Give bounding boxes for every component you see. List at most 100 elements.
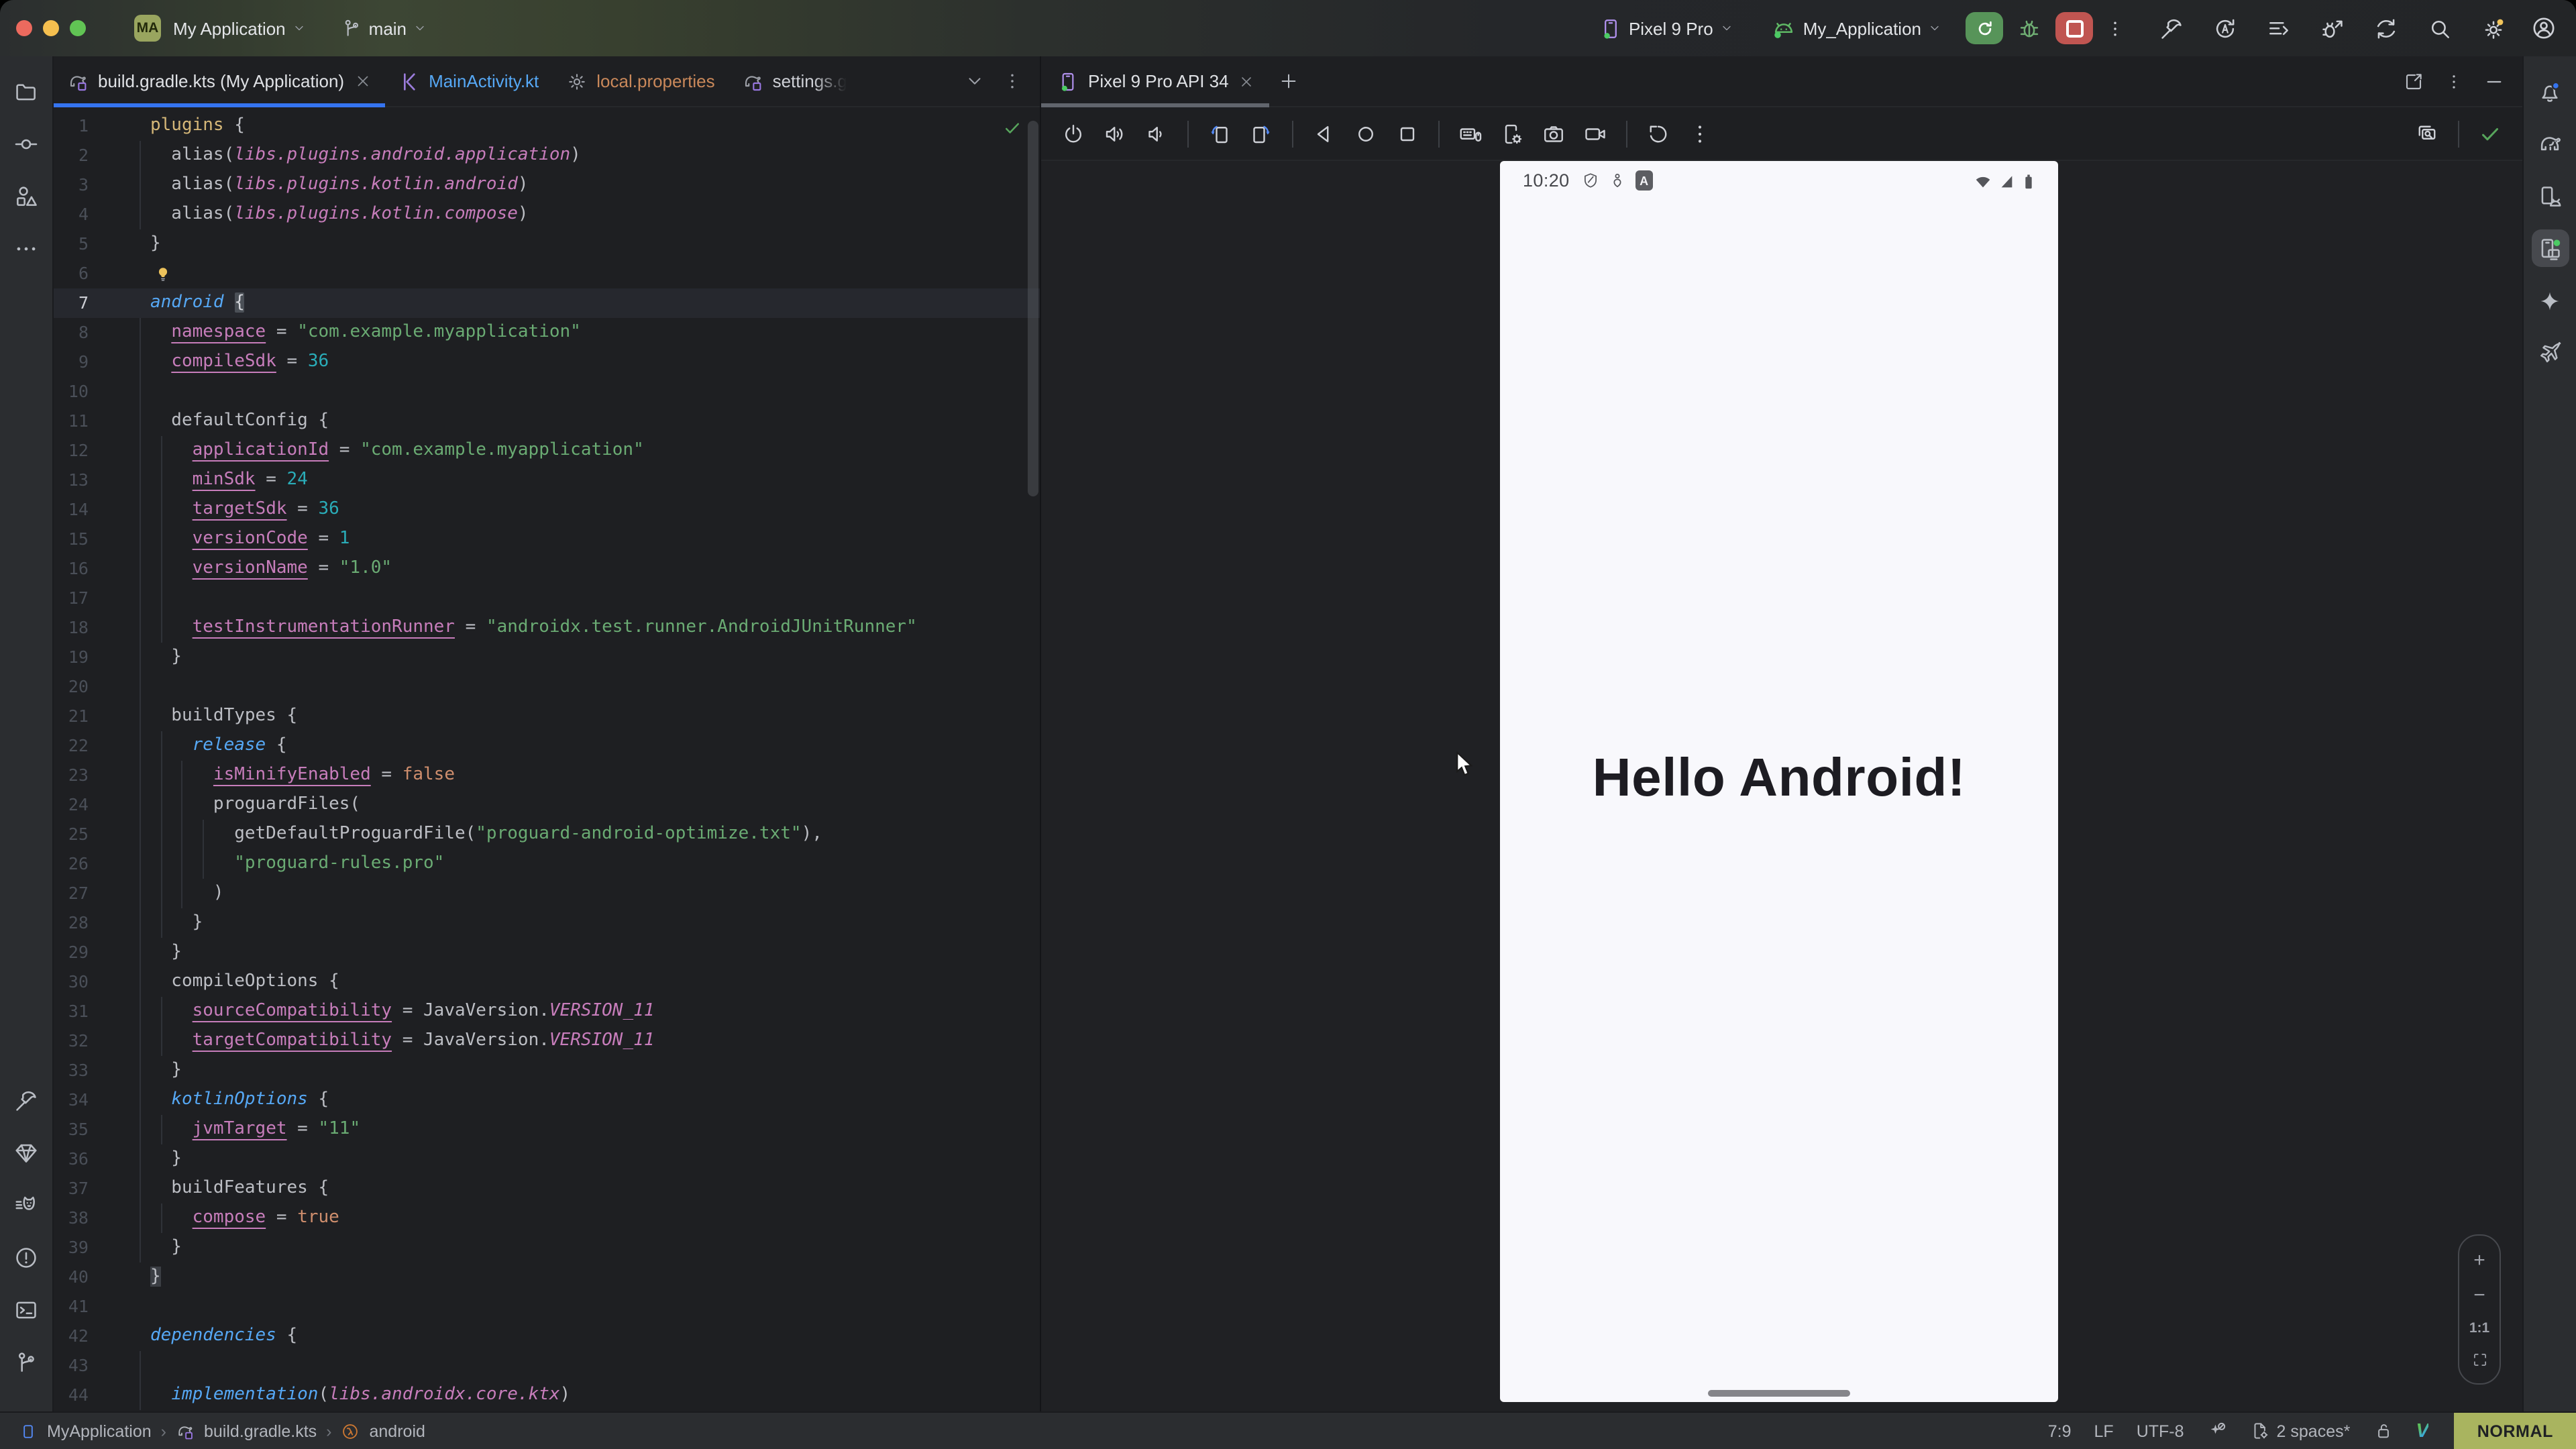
line-number[interactable]: 23 [54, 761, 89, 790]
code-line[interactable]: 10 [54, 377, 1040, 407]
line-number[interactable]: 31 [54, 997, 89, 1026]
code-line[interactable]: 17 [54, 584, 1040, 613]
home-button[interactable] [1350, 117, 1382, 150]
line-number[interactable]: 29 [54, 938, 89, 967]
tool-commit[interactable] [7, 125, 45, 162]
apply-code-changes-button[interactable] [2266, 15, 2292, 41]
caret-position-widget[interactable]: 7:9 [2048, 1421, 2072, 1440]
code-line[interactable]: 38 compose = true [54, 1203, 1040, 1233]
zoom-actual-size-button[interactable]: 1:1 [2469, 1320, 2489, 1336]
hardware-input-button[interactable] [1454, 117, 1487, 150]
zoom-to-fit-button[interactable] [2471, 1351, 2488, 1368]
breadcrumb-project[interactable]: MyApplication [47, 1421, 152, 1440]
code-line[interactable]: 42dependencies { [54, 1322, 1040, 1351]
line-number[interactable]: 8 [54, 318, 89, 347]
code-line[interactable]: 21 buildTypes { [54, 702, 1040, 731]
code-line[interactable]: 8 namespace = "com.example.myapplication… [54, 318, 1040, 347]
code-line[interactable]: 9 compileSdk = 36 [54, 347, 1040, 377]
tool-gradle[interactable] [2531, 125, 2569, 162]
device-status-ok[interactable] [2474, 117, 2506, 150]
rerun-button[interactable] [1966, 12, 2003, 44]
code-line[interactable]: 33 } [54, 1056, 1040, 1085]
volume-down-button[interactable] [1140, 117, 1173, 150]
panel-options-button[interactable] [2445, 70, 2463, 92]
code-line[interactable]: 35 jvmTarget = "11" [54, 1115, 1040, 1144]
line-number[interactable]: 36 [54, 1144, 89, 1174]
line-number[interactable]: 14 [54, 495, 89, 525]
code-line[interactable]: 44 implementation(libs.androidx.core.ktx… [54, 1381, 1040, 1410]
file-lock-icon[interactable] [2373, 1421, 2393, 1441]
code-line[interactable]: 22 release { [54, 731, 1040, 761]
rotate-left-button[interactable] [1203, 117, 1236, 150]
code-line[interactable]: 13 minSdk = 24 [54, 466, 1040, 495]
tool-build[interactable] [7, 1081, 45, 1119]
add-device-tab-button[interactable] [1279, 71, 1299, 91]
tool-airplane[interactable] [2531, 334, 2569, 372]
zoom-window-button[interactable] [70, 20, 86, 36]
code-line[interactable]: 1plugins { [54, 111, 1040, 141]
line-number[interactable]: 6 [54, 259, 89, 288]
breadcrumb-element[interactable]: android [370, 1421, 425, 1440]
rotate-right-button[interactable] [1245, 117, 1277, 150]
code-line[interactable]: 3 alias(libs.plugins.kotlin.android) [54, 170, 1040, 200]
line-number[interactable]: 34 [54, 1085, 89, 1115]
close-window-button[interactable] [16, 20, 32, 36]
tool-problems[interactable] [7, 1238, 45, 1276]
code-line[interactable]: 19 } [54, 643, 1040, 672]
ai-assistant-off-icon[interactable] [2207, 1421, 2227, 1441]
open-in-new-window-button[interactable] [2403, 70, 2424, 92]
code-line[interactable]: 43 [54, 1351, 1040, 1381]
editor-tab-3[interactable]: local.properties [552, 56, 728, 106]
encoding-widget[interactable]: UTF-8 [2137, 1421, 2184, 1440]
code-line[interactable]: 29 } [54, 938, 1040, 967]
line-number[interactable]: 7 [54, 288, 89, 318]
code-line[interactable]: 24 proguardFiles( [54, 790, 1040, 820]
editor-options-button[interactable] [1002, 71, 1022, 91]
code-line[interactable]: 31 sourceCompatibility = JavaVersion.VER… [54, 997, 1040, 1026]
tool-device-manager[interactable] [2531, 177, 2569, 215]
line-number[interactable]: 37 [54, 1174, 89, 1203]
tool-app-quality-insights[interactable] [7, 1134, 45, 1171]
power-button[interactable] [1057, 117, 1089, 150]
code-line[interactable]: 36 } [54, 1144, 1040, 1174]
debug-button[interactable] [2017, 15, 2042, 41]
code-line[interactable]: 28 } [54, 908, 1040, 938]
ui-inspector-button[interactable] [2411, 117, 2443, 150]
line-number[interactable]: 18 [54, 613, 89, 643]
line-number[interactable]: 30 [54, 967, 89, 997]
line-number[interactable]: 1 [54, 111, 89, 141]
line-number[interactable]: 26 [54, 849, 89, 879]
line-number[interactable]: 16 [54, 554, 89, 584]
breadcrumb-file[interactable]: build.gradle.kts [204, 1421, 317, 1440]
line-number[interactable]: 19 [54, 643, 89, 672]
device-screen[interactable]: 10:20 A Hello Android! [1500, 161, 2058, 1402]
tool-running-devices[interactable] [2531, 229, 2569, 267]
inspections-ok-icon[interactable] [1002, 118, 1022, 138]
code-line[interactable]: 4 alias(libs.plugins.kotlin.compose) [54, 200, 1040, 229]
code-line[interactable]: 41 [54, 1292, 1040, 1322]
volume-up-button[interactable] [1099, 117, 1131, 150]
overview-button[interactable] [1391, 117, 1424, 150]
line-number[interactable]: 13 [54, 466, 89, 495]
hide-panel-button[interactable] [2483, 70, 2505, 92]
editor-tab-2[interactable]: MainActivity.kt [384, 56, 552, 106]
line-number[interactable]: 10 [54, 377, 89, 407]
tool-logcat[interactable] [7, 1186, 45, 1224]
build-project-button[interactable] [2159, 15, 2184, 41]
zoom-out-button[interactable]: − [2473, 1285, 2485, 1305]
stop-button[interactable] [2055, 12, 2093, 44]
run-configuration-selector[interactable]: My_Application [1771, 15, 1941, 41]
code-line[interactable]: 27 ) [54, 879, 1040, 908]
line-number[interactable]: 21 [54, 702, 89, 731]
hidden-tabs-button[interactable] [965, 71, 985, 91]
editor-tab-4[interactable]: settings.g [729, 56, 861, 106]
line-number[interactable]: 17 [54, 584, 89, 613]
tool-version-control[interactable] [7, 1343, 45, 1381]
line-number[interactable]: 25 [54, 820, 89, 849]
line-number[interactable]: 12 [54, 436, 89, 466]
device-selector[interactable]: Pixel 9 Pro [1599, 17, 1733, 40]
line-number[interactable]: 2 [54, 141, 89, 170]
code-line[interactable]: 18 testInstrumentationRunner = "androidx… [54, 613, 1040, 643]
line-number[interactable]: 43 [54, 1351, 89, 1381]
minimize-window-button[interactable] [43, 20, 59, 36]
